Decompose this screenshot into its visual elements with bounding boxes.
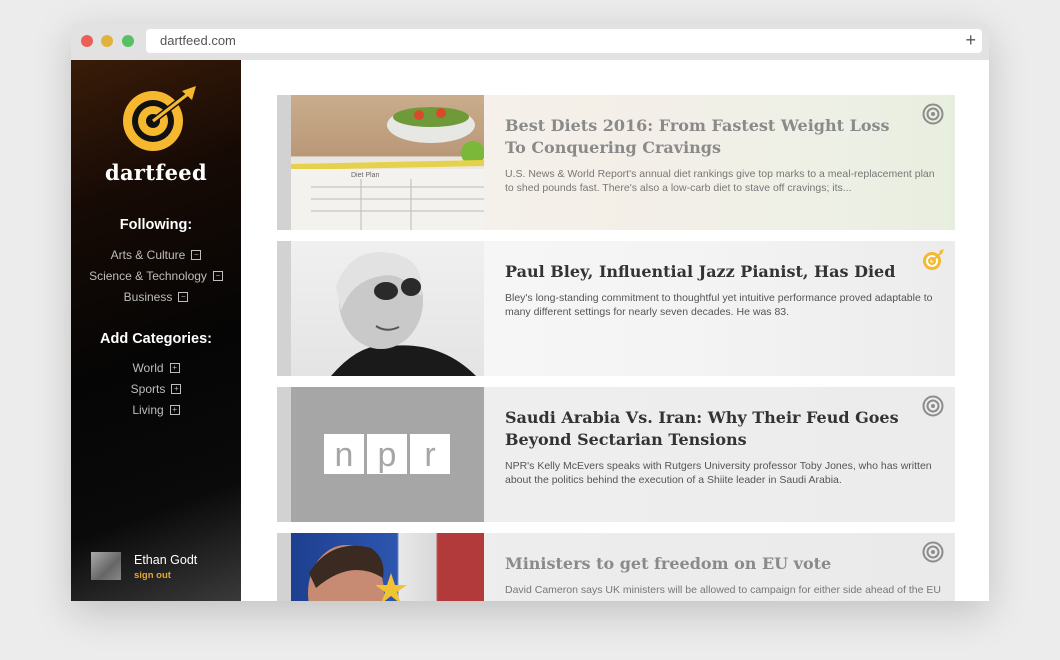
following-item-science-technology[interactable]: Science & Technology − — [71, 269, 241, 283]
minus-box-icon[interactable]: − — [178, 291, 189, 302]
following-item-label: Science & Technology — [89, 269, 207, 283]
new-tab-button[interactable]: + — [965, 29, 976, 51]
article-thumbnail[interactable]: Diet Plan — [291, 95, 484, 230]
close-window-button[interactable] — [81, 35, 93, 47]
plus-box-icon[interactable]: + — [171, 383, 182, 394]
plus-box-icon[interactable]: + — [169, 404, 180, 415]
article-thumbnail[interactable]: n p r — [291, 387, 484, 522]
article-title[interactable]: Saudi Arabia Vs. Iran: Why Their Feud Go… — [505, 407, 905, 451]
following-item-label: Business — [123, 290, 173, 304]
dart-target-active-icon[interactable] — [922, 249, 944, 271]
article-title[interactable]: Ministers to get freedom on EU vote — [505, 553, 905, 575]
browser-window: dartfeed.com + dartfeed Following: Arts … — [71, 23, 989, 601]
article-strip — [277, 387, 291, 522]
browser-titlebar: dartfeed.com + — [71, 23, 989, 61]
article-title[interactable]: Paul Bley, Influential Jazz Pianist, Has… — [505, 261, 905, 283]
article-thumbnail[interactable] — [291, 533, 484, 601]
following-item-business[interactable]: Business − — [71, 290, 241, 304]
article-card[interactable]: Paul Bley, Influential Jazz Pianist, Has… — [277, 241, 955, 376]
category-item-label: Sports — [130, 382, 166, 396]
article-thumbnail[interactable] — [291, 241, 484, 376]
article-strip — [277, 533, 291, 601]
category-item-living[interactable]: Living + — [71, 403, 241, 417]
following-item-label: Arts & Culture — [110, 248, 186, 262]
plus-box-icon[interactable]: + — [169, 362, 180, 373]
article-card[interactable]: Ministers to get freedom on EU vote Davi… — [277, 533, 955, 601]
article-description: U.S. News & World Report's annual diet r… — [505, 168, 935, 194]
politician-photo — [308, 545, 407, 601]
sign-out-link[interactable]: sign out — [134, 570, 171, 581]
following-item-arts-culture[interactable]: Arts & Culture − — [71, 248, 241, 262]
minus-box-icon[interactable]: − — [212, 270, 223, 281]
category-item-sports[interactable]: Sports + — [71, 382, 241, 396]
target-icon[interactable] — [922, 541, 944, 563]
add-categories-title: Add Categories: — [100, 331, 212, 347]
minimize-window-button[interactable] — [101, 35, 113, 47]
user-name: Ethan Godt — [134, 553, 198, 567]
url-text: dartfeed.com — [160, 33, 236, 48]
maximize-window-button[interactable] — [122, 35, 134, 47]
article-description: Bley's long-standing commitment to thoug… — [505, 292, 933, 318]
npr-letter: p — [378, 436, 397, 474]
minus-box-icon[interactable]: − — [191, 249, 202, 260]
brand-name: dartfeed — [105, 160, 207, 185]
article-strip — [277, 95, 291, 230]
target-icon[interactable] — [922, 395, 944, 417]
category-item-world[interactable]: World + — [71, 361, 241, 375]
article-strip — [277, 241, 291, 376]
article-feed: Diet Plan Best Diets 2016: From Fastest … — [241, 60, 989, 601]
diet-plan-text: Diet Plan — [351, 172, 380, 179]
article-card[interactable]: n p r Saudi Arabia Vs. Iran: Why Their F… — [277, 387, 955, 522]
diet-plan-image: Diet Plan — [291, 107, 484, 230]
avatar[interactable] — [91, 552, 121, 580]
target-icon[interactable] — [922, 103, 944, 125]
npr-letter: n — [335, 436, 354, 474]
dartfeed-logo-icon[interactable] — [120, 86, 200, 152]
npr-letter: r — [424, 436, 435, 474]
sidebar: dartfeed Following: Arts & Culture − Scie… — [71, 60, 241, 601]
npr-logo-icon: n p r — [324, 434, 450, 474]
address-bar[interactable]: dartfeed.com + — [146, 29, 982, 53]
article-description: David Cameron says UK ministers will be … — [505, 584, 941, 596]
portrait-photo — [331, 251, 476, 376]
following-title: Following: — [119, 217, 193, 233]
article-title[interactable]: Best Diets 2016: From Fastest Weight Los… — [505, 115, 905, 159]
category-item-label: Living — [132, 403, 164, 417]
article-description: NPR's Kelly McEvers speaks with Rutgers … — [505, 460, 932, 486]
article-card[interactable]: Diet Plan Best Diets 2016: From Fastest … — [277, 95, 955, 230]
category-item-label: World — [132, 361, 164, 375]
